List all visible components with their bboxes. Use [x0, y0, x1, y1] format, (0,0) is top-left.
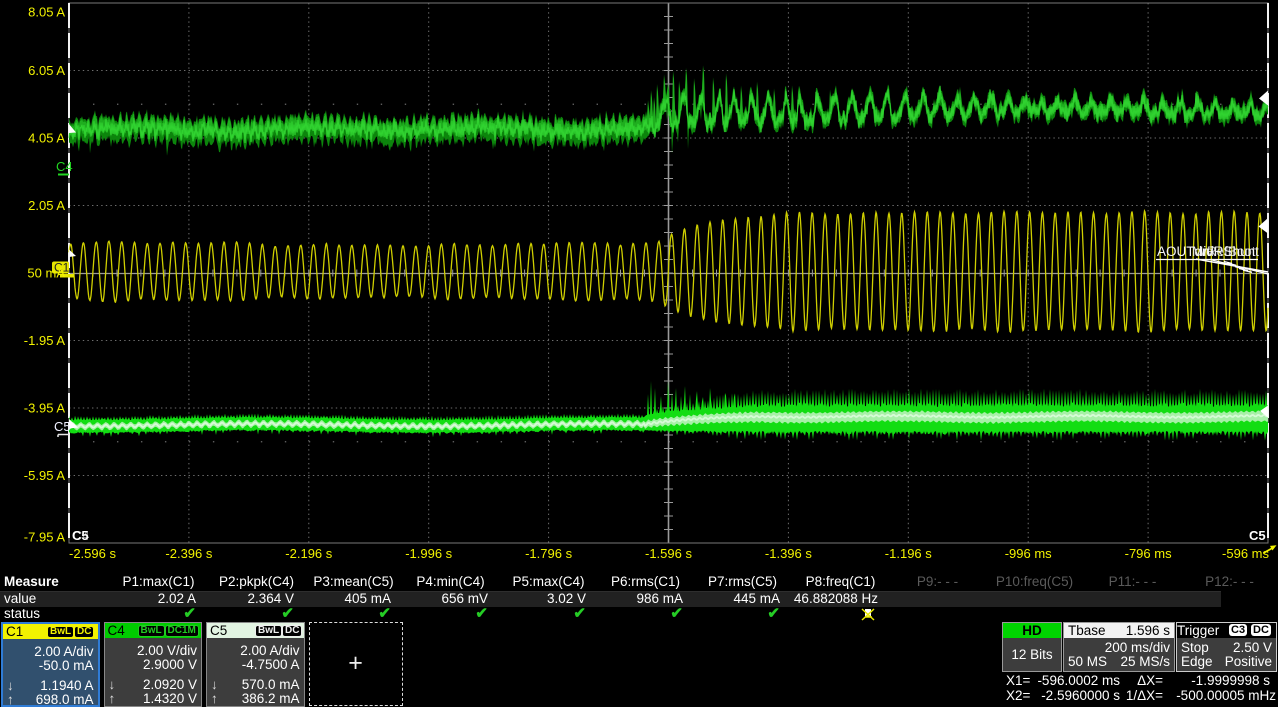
svg-text:C4: C4 [56, 159, 73, 174]
svg-text:-2.196 s: -2.196 s [285, 546, 332, 561]
svg-text:-596 ms: -596 ms [1222, 546, 1269, 561]
svg-text:C5: C5 [54, 419, 71, 434]
svg-text:-2.596 s: -2.596 s [69, 546, 116, 561]
svg-text:-2.396 s: -2.396 s [165, 546, 212, 561]
svg-text:-5.95 A: -5.95 A [24, 468, 66, 483]
svg-text:-1.796 s: -1.796 s [525, 546, 572, 561]
svg-text:6.05 A: 6.05 A [28, 63, 65, 78]
svg-text:8.05 A: 8.05 A [28, 5, 65, 20]
svg-text:vRefBoot: vRefBoot [1200, 244, 1256, 259]
svg-text:50 mA: 50 mA [27, 266, 65, 281]
svg-text:-3.95 A: -3.95 A [24, 401, 66, 416]
svg-text:-1.196 s: -1.196 s [885, 546, 932, 561]
svg-text:-1.996 s: -1.996 s [405, 546, 452, 561]
svg-text:-1.95 A: -1.95 A [24, 333, 66, 348]
svg-text:-796 ms: -796 ms [1125, 546, 1172, 561]
svg-text:-1.596 s: -1.596 s [645, 546, 692, 561]
svg-text:4.05 A: 4.05 A [28, 131, 65, 146]
svg-text:-1.396 s: -1.396 s [765, 546, 812, 561]
svg-text:-7.95 A: -7.95 A [24, 530, 66, 545]
svg-text:2.05 A: 2.05 A [28, 198, 65, 213]
svg-text:C5: C5 [1249, 528, 1266, 543]
svg-text:-996 ms: -996 ms [1005, 546, 1052, 561]
svg-text:C4: C4 [73, 528, 90, 543]
